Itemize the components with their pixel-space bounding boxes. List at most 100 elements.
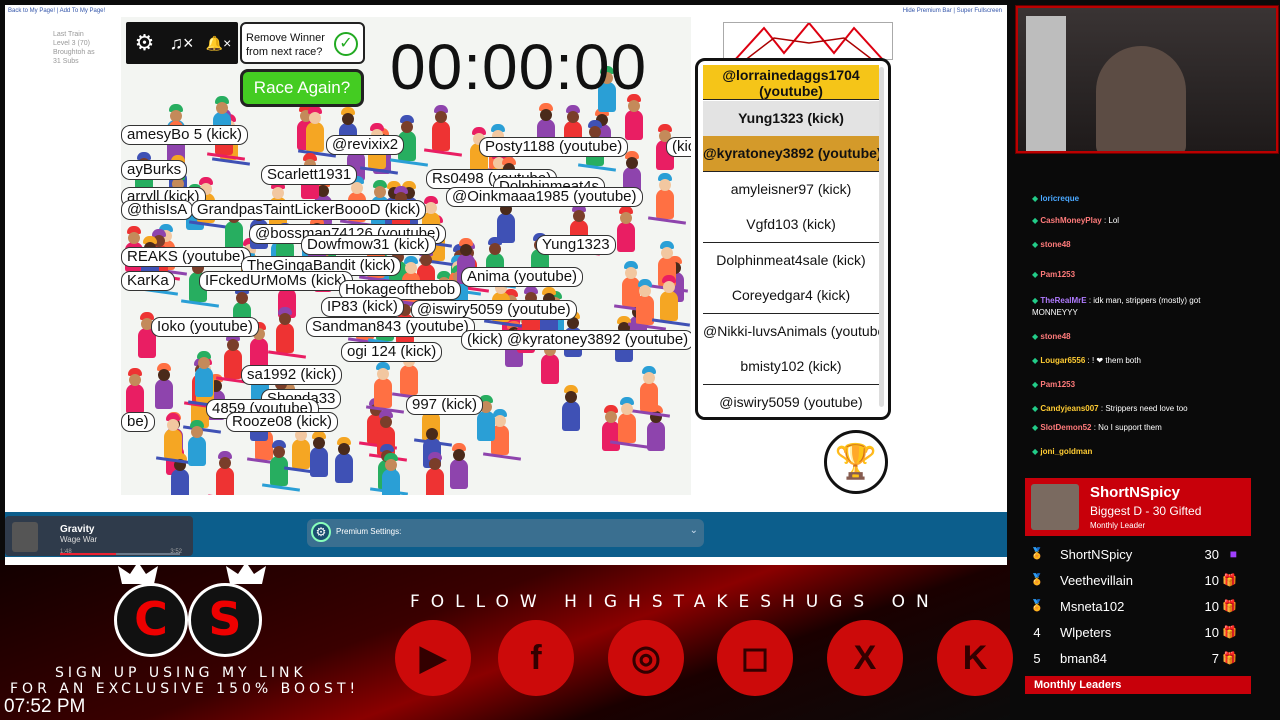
skier-head [373,185,386,198]
chat-username[interactable]: stone48 [1040,240,1070,249]
chat-message: ◆ stone48 [1032,240,1071,249]
racer-name-label: Rooze08 (kick) [226,412,339,432]
remove-winner-toggle[interactable]: Remove Winner from next race? ✓ [240,22,365,64]
chat-username[interactable]: TheRealMrE [1040,296,1086,305]
chat-message: ◆ SlotDemon52 : No I support them [1032,423,1162,432]
chat-username[interactable]: stone48 [1040,332,1070,341]
leader-name: ShortNSpicy [1090,484,1181,501]
racer-name-label: sa1992 (kick) [241,365,343,385]
racer-name-label: Sandman843 (youtube) [306,317,475,337]
skier-head [489,242,502,255]
webcam-frame-decoration [1016,6,1278,153]
premium-settings-dropdown[interactable]: ⚙ Premium Settings: ⌄ [307,519,704,547]
skier-head [400,120,413,133]
hide-premium-links[interactable]: Hide Premium Bar | Super Fullscreen [903,8,1002,14]
gear-icon[interactable]: ⚙ [126,22,163,64]
chevron-down-icon: ⌄ [689,525,698,536]
banner-art [734,23,884,59]
check-icon[interactable]: ✓ [334,32,358,56]
skier [399,349,418,395]
racer-name-label: @Oinkmaaa1985 (youtube) [446,187,643,207]
leaderboard-row: @kyratoney3892 (youtube) [703,136,879,172]
leader-row-name: Msneta102 [1060,599,1125,614]
leader-row-name: ShortNSpicy [1060,547,1133,562]
chat-username[interactable]: Candyjeans007 [1040,404,1098,413]
skier [188,419,207,466]
chat-username[interactable]: loricreque [1040,194,1079,203]
leader-rank: 🏅 [1030,600,1044,612]
skier [655,172,674,219]
skier-head [350,182,363,195]
racer-name-label: IFckedUrMoMs (kick) [199,271,353,291]
chat-text: Strippers need love too [1105,404,1188,413]
skier [275,306,294,353]
skier-head [405,261,418,274]
leader-row-value: 10 [1204,599,1219,614]
kick-icon[interactable]: K [937,620,1013,696]
chat-message: ◆ Pam1253 [1032,270,1075,279]
top-links[interactable]: Back to My Page! | Add To My Page! [8,8,105,14]
facebook-icon[interactable]: f [498,620,574,696]
skier-head [566,111,579,124]
leaderboard-name: Dolphinmeat4sale (kick) [716,251,866,268]
chat-username[interactable]: Pam1253 [1040,270,1075,279]
clock: 07:52 PM [4,696,86,717]
leaderboard-row: @iswiry5059 (youtube) [703,384,879,417]
chat-username[interactable]: joni_goldman [1040,447,1092,456]
user-stat-line: 31 Subs [53,58,79,65]
leaderboard-row: @Nikki-luvsAnimals (youtube) [703,313,879,350]
leader-rank: 🏅 [1030,574,1044,586]
discord-icon[interactable]: ◎ [608,620,684,696]
leader-row-value: 7 [1211,651,1219,666]
chat-message: ◆ joni_goldman [1032,447,1092,456]
skier-head [376,367,389,380]
skier-head [639,284,652,297]
gift-icon: 🎁 [1222,651,1237,665]
skier-head [434,110,447,123]
racer-name-label: GrandpasTaintLickerBoooD (kick) [191,200,427,220]
skier-head [216,102,229,115]
chat-username[interactable]: Pam1253 [1040,380,1075,389]
leaderboard-name: amyleisner97 (kick) [730,180,852,197]
skier-head [453,449,466,462]
chat-username[interactable]: CashMoneyPlay [1040,216,1101,225]
race-timer: 00:00:00 [390,31,648,103]
skier [426,452,445,495]
skier [625,93,644,140]
track-title: Gravity [60,524,95,535]
leaderboard-name: Yung1323 (kick) [738,109,844,126]
skier-head [424,202,437,215]
youtube-icon[interactable]: ▶ [395,620,471,696]
leaderboard-name: @kyratoney3892 (youtube) [703,145,879,161]
skier-head [313,436,326,449]
skier-head [191,425,204,438]
chat-username[interactable]: SlotDemon52 [1040,423,1091,432]
leaderboard-name: @iswiry5059 (youtube) [719,393,863,410]
track-artist: Wage War [60,535,98,544]
x-icon[interactable]: X [827,620,903,696]
race-leaderboard: @lorrainedaggs1704 (youtube) Yung1323 (ki… [695,58,891,420]
leaderboard-name: bmisty102 (kick) [740,358,842,374]
leader-rank: 🏅 [1030,548,1044,560]
leaderboard-scrollbar[interactable] [879,67,884,407]
leader-row: 🏅 Msneta102 10 🎁 [1030,595,1245,619]
bell-off-icon[interactable]: 🔔× [200,22,237,64]
skier-head [219,456,232,469]
instagram-icon[interactable]: ◻ [717,620,793,696]
skier [382,452,401,495]
skier-head [385,458,398,471]
signup-line-2: FOR AN EXCLUSIVE 150% BOOST! [10,681,360,697]
racer-name-label: 997 (kick) [406,395,484,415]
skier-head [658,178,671,191]
chat-username[interactable]: Lougar6556 [1040,356,1085,365]
skier-head [271,187,284,200]
skier [659,275,678,322]
chat-message: ◆ Pam1253 [1032,380,1075,389]
trophy-icon[interactable]: 🏆 [824,430,888,494]
gift-icon: ■ [1229,547,1237,561]
racer-name-label: @thisIsA [121,200,194,220]
music-off-icon[interactable]: ♫× [163,22,200,64]
track-progress-bar[interactable] [60,553,180,555]
race-again-button[interactable]: Race Again? [240,69,364,107]
skier-head [128,374,141,387]
